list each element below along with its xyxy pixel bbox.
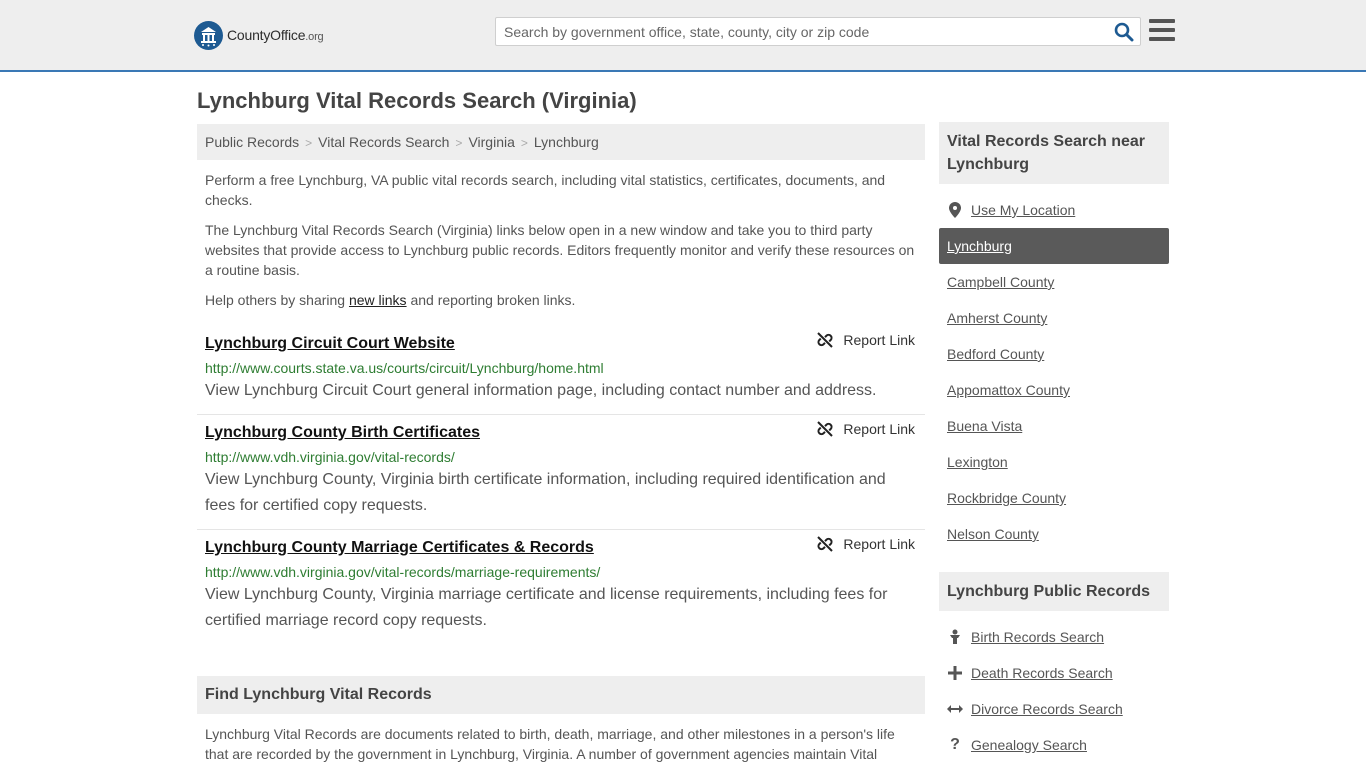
use-my-location-link[interactable]: Use My Location <box>971 202 1075 218</box>
sidebar-link[interactable]: Bedford County <box>947 346 1044 362</box>
record-item: Lynchburg Circuit Court Website Report L… <box>197 326 925 415</box>
sidebar-link[interactable]: Lynchburg <box>947 238 1012 254</box>
baby-icon <box>947 629 963 645</box>
record-url[interactable]: http://www.vdh.virginia.gov/vital-record… <box>205 562 917 582</box>
records-list: Lynchburg Circuit Court Website Report L… <box>197 326 925 644</box>
find-vital-records-heading: Find Lynchburg Vital Records <box>197 676 925 714</box>
search-input[interactable] <box>504 22 1104 42</box>
report-link-button[interactable]: Report Link <box>817 332 915 348</box>
breadcrumb-public-records[interactable]: Public Records <box>205 134 299 150</box>
sidebar-link[interactable]: Divorce Records Search <box>971 701 1123 717</box>
intro-text: and reporting broken links. <box>406 292 576 308</box>
record-title-link[interactable]: Lynchburg County Marriage Certificates &… <box>205 534 917 562</box>
sidebar-link[interactable]: Nelson County <box>947 526 1039 542</box>
report-link-label: Report Link <box>843 332 915 348</box>
sidebar-link[interactable]: Birth Records Search <box>971 629 1104 645</box>
cross-icon <box>947 665 963 681</box>
breadcrumb-separator: > <box>455 136 463 150</box>
sidebar-item-nelson-county[interactable]: Nelson County <box>939 516 1169 552</box>
intro-section: Perform a free Lynchburg, VA public vita… <box>197 170 925 320</box>
location-pin-icon <box>947 202 963 218</box>
sidebar-item-bedford-county[interactable]: Bedford County <box>939 336 1169 372</box>
sidebar-item-divorce-records[interactable]: Divorce Records Search <box>939 691 1169 727</box>
record-description: View Lynchburg County, Virginia birth ce… <box>205 471 886 514</box>
breadcrumb-lynchburg[interactable]: Lynchburg <box>534 134 599 150</box>
page-title: Lynchburg Vital Records Search (Virginia… <box>197 88 637 113</box>
arrows-horizontal-icon <box>947 701 963 717</box>
sidebar-item-lexington[interactable]: Lexington <box>939 444 1169 480</box>
new-links-link[interactable]: new links <box>349 292 407 308</box>
breadcrumb-vital-records-search[interactable]: Vital Records Search <box>318 134 449 150</box>
sidebar-link[interactable]: Death Records Search <box>971 665 1113 681</box>
sidebar-link[interactable]: Amherst County <box>947 310 1047 326</box>
sidebar-item-buena-vista[interactable]: Buena Vista <box>939 408 1169 444</box>
find-vital-records-text: Lynchburg Vital Records are documents re… <box>205 726 895 762</box>
report-link-label: Report Link <box>843 536 915 552</box>
sidebar-near-list: Use My Location Lynchburg Campbell Count… <box>939 192 1169 552</box>
use-location-item[interactable]: Use My Location <box>939 192 1169 228</box>
sidebar-link[interactable]: Buena Vista <box>947 418 1022 434</box>
breadcrumb-separator: > <box>305 136 313 150</box>
intro-paragraph-3: Help others by sharing new links and rep… <box>205 290 917 310</box>
record-title-link[interactable]: Lynchburg Circuit Court Website <box>205 330 917 358</box>
sidebar-item-amherst-county[interactable]: Amherst County <box>939 300 1169 336</box>
sidebar-item-death-records[interactable]: Death Records Search <box>939 655 1169 691</box>
broken-link-icon <box>817 332 834 348</box>
intro-paragraph-1: Perform a free Lynchburg, VA public vita… <box>205 172 886 208</box>
sidebar-link[interactable]: Campbell County <box>947 274 1054 290</box>
sidebar-item-birth-records[interactable]: Birth Records Search <box>939 619 1169 655</box>
record-url[interactable]: http://www.vdh.virginia.gov/vital-record… <box>205 447 917 467</box>
report-link-label: Report Link <box>843 421 915 437</box>
sidebar-link[interactable]: Genealogy Search <box>971 737 1087 753</box>
site-logo[interactable]: CountyOffice.org <box>194 20 324 50</box>
breadcrumb-virginia[interactable]: Virginia <box>468 134 514 150</box>
breadcrumb: Public Records > Vital Records Search > Virg… <box>197 124 925 160</box>
sidebar-item-lynchburg[interactable]: Lynchburg <box>939 228 1169 264</box>
report-link-button[interactable]: Report Link <box>817 536 915 552</box>
search-icon[interactable] <box>1114 22 1134 42</box>
record-description: View Lynchburg Circuit Court general inf… <box>205 382 877 399</box>
site-header: CountyOffice.org <box>0 0 1366 72</box>
record-url[interactable]: http://www.courts.state.va.us/courts/cir… <box>205 358 917 378</box>
report-link-button[interactable]: Report Link <box>817 421 915 437</box>
sidebar-link[interactable]: Appomattox County <box>947 382 1070 398</box>
sidebar-link[interactable]: Rockbridge County <box>947 490 1066 506</box>
sidebar-public-records-list: Birth Records Search Death Records Searc… <box>939 619 1169 763</box>
broken-link-icon <box>817 421 834 437</box>
record-title-link[interactable]: Lynchburg County Birth Certificates <box>205 419 917 447</box>
logo-main: County <box>227 27 271 43</box>
logo-suffix: .org <box>305 31 324 43</box>
intro-text: Help others by sharing <box>205 292 349 308</box>
logo-accent: Office <box>270 27 306 43</box>
intro-paragraph-2: The Lynchburg Vital Records Search (Virg… <box>205 222 915 278</box>
sidebar-near-heading: Vital Records Search near Lynchburg <box>939 122 1169 184</box>
breadcrumb-separator: > <box>520 136 528 150</box>
logo-emblem-icon <box>194 20 223 50</box>
logo-text: CountyOffice.org <box>227 27 324 43</box>
sidebar-item-rockbridge-county[interactable]: Rockbridge County <box>939 480 1169 516</box>
broken-link-icon <box>817 536 834 552</box>
sidebar-link[interactable]: Lexington <box>947 454 1008 470</box>
record-description: View Lynchburg County, Virginia marriage… <box>205 586 888 629</box>
sidebar-item-appomattox-county[interactable]: Appomattox County <box>939 372 1169 408</box>
record-item: Lynchburg County Birth Certificates Repo… <box>197 415 925 530</box>
sidebar-item-campbell-county[interactable]: Campbell County <box>939 264 1169 300</box>
sidebar-item-genealogy[interactable]: ? Genealogy Search <box>939 727 1169 763</box>
record-item: Lynchburg County Marriage Certificates &… <box>197 530 925 644</box>
hamburger-menu-icon[interactable] <box>1149 19 1175 43</box>
question-icon: ? <box>950 736 960 753</box>
search-box <box>495 17 1141 46</box>
sidebar-public-records-heading: Lynchburg Public Records <box>939 572 1169 611</box>
